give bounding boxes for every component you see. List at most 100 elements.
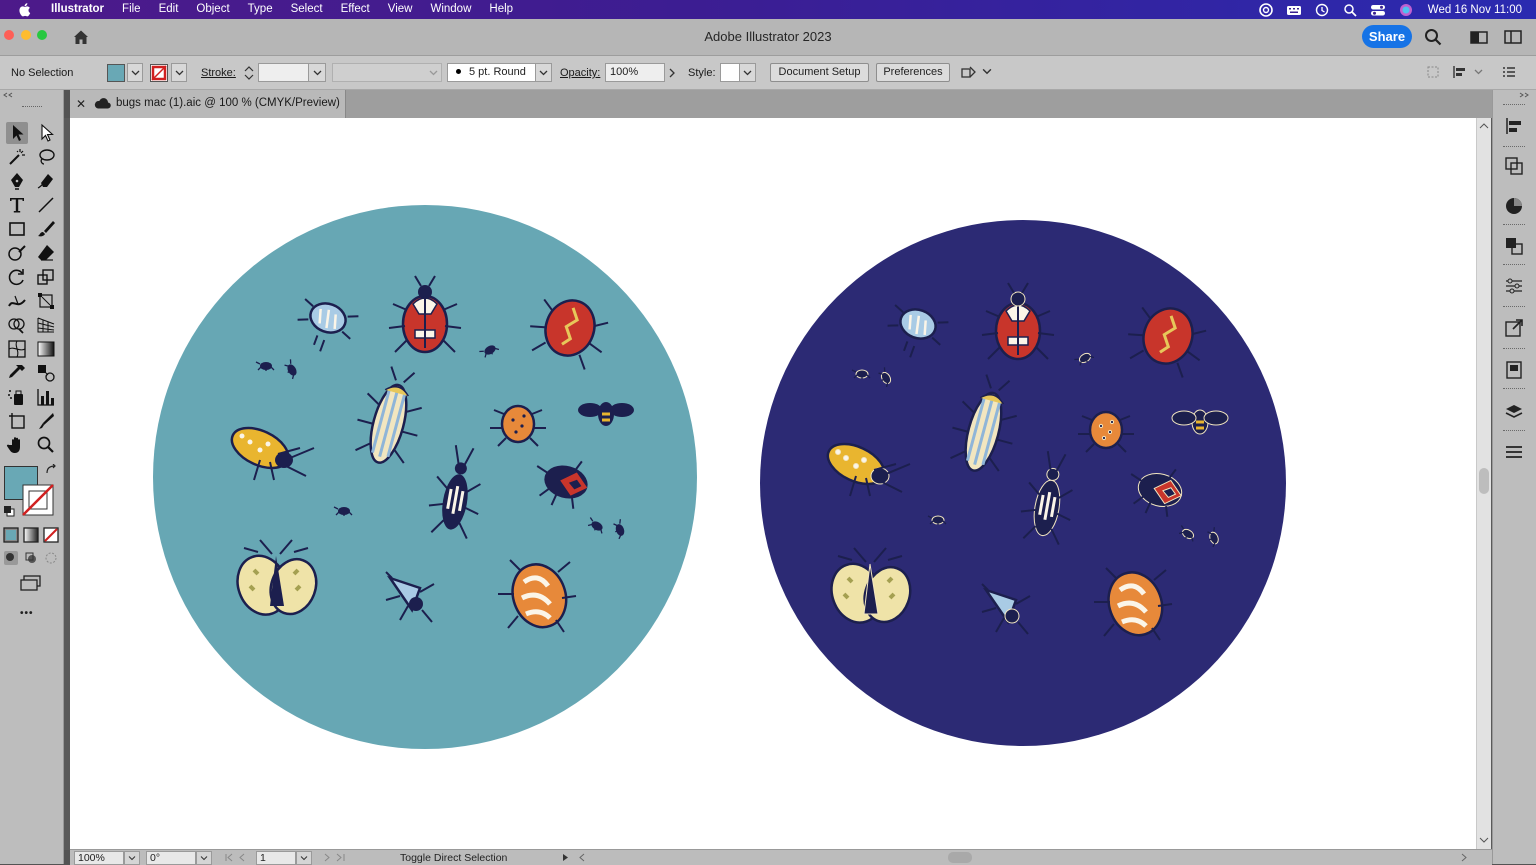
apple-icon[interactable] bbox=[15, 2, 33, 17]
gradient-mode-icon[interactable] bbox=[23, 527, 39, 543]
rotation-field[interactable]: 0° bbox=[146, 851, 196, 865]
arrange-documents-icon[interactable] bbox=[1470, 28, 1488, 46]
zoom-level-field[interactable]: 100% bbox=[74, 851, 124, 865]
panel-grip[interactable] bbox=[1503, 388, 1525, 391]
menu-effect[interactable]: Effect bbox=[332, 0, 379, 19]
siri-icon[interactable] bbox=[1398, 3, 1414, 17]
draw-normal-icon[interactable] bbox=[3, 550, 19, 566]
horizontal-scroll-thumb[interactable] bbox=[948, 852, 972, 863]
direct-selection-tool[interactable] bbox=[35, 122, 57, 144]
menu-app-name[interactable]: Illustrator bbox=[42, 0, 113, 19]
free-transform-tool[interactable] bbox=[35, 290, 57, 312]
layers-panel-icon[interactable] bbox=[1504, 402, 1524, 422]
document-tab[interactable]: ✕ bugs mac (1).aic @ 100 % (CMYK/Preview… bbox=[70, 90, 346, 118]
mesh-tool[interactable] bbox=[6, 338, 28, 360]
spotlight-search-icon[interactable] bbox=[1342, 3, 1358, 17]
properties-sliders-icon[interactable] bbox=[1504, 276, 1524, 296]
transform-panel-icon[interactable] bbox=[1504, 156, 1524, 176]
menu-file[interactable]: File bbox=[113, 0, 150, 19]
gradient-tool[interactable] bbox=[35, 338, 57, 360]
draw-behind-icon[interactable] bbox=[23, 550, 39, 566]
control-center-icon[interactable] bbox=[1370, 3, 1386, 17]
rotation-dropdown[interactable] bbox=[196, 851, 212, 865]
brush-dropdown[interactable] bbox=[535, 63, 552, 82]
scroll-left-icon[interactable] bbox=[578, 853, 586, 862]
symbol-sprayer-tool[interactable] bbox=[6, 386, 28, 408]
blend-tool[interactable] bbox=[35, 362, 57, 384]
search-icon[interactable] bbox=[1424, 28, 1442, 46]
graphic-style-swatch[interactable] bbox=[720, 63, 740, 82]
magic-wand-tool[interactable] bbox=[6, 146, 28, 168]
menu-window[interactable]: Window bbox=[421, 0, 480, 19]
width-tool[interactable] bbox=[6, 290, 28, 312]
artboard[interactable] bbox=[70, 118, 1477, 849]
curvature-tool[interactable] bbox=[35, 170, 57, 192]
selection-tool[interactable] bbox=[6, 122, 28, 144]
creative-cloud-icon[interactable] bbox=[1258, 2, 1274, 17]
next-last-artboard-icon[interactable] bbox=[320, 853, 352, 862]
zoom-dropdown[interactable] bbox=[124, 851, 140, 865]
stroke-weight-dropdown[interactable] bbox=[308, 63, 326, 82]
pen-tool[interactable] bbox=[6, 170, 28, 192]
brush-definition-field[interactable]: 5 pt. Round bbox=[447, 63, 536, 82]
column-graph-tool[interactable] bbox=[35, 386, 57, 408]
fill-swatch[interactable] bbox=[107, 64, 125, 82]
close-tab-button[interactable]: ✕ bbox=[76, 97, 86, 111]
eyedropper-tool[interactable] bbox=[6, 362, 28, 384]
pathfinder-panel-icon[interactable] bbox=[1504, 236, 1524, 256]
scroll-right-icon[interactable] bbox=[1460, 853, 1468, 862]
chevron-down-icon[interactable] bbox=[1474, 67, 1483, 76]
panel-grip[interactable] bbox=[1503, 146, 1525, 149]
shaper-tool[interactable] bbox=[6, 242, 28, 264]
document-setup-button[interactable]: Document Setup bbox=[770, 63, 869, 82]
screen-mode-icon[interactable] bbox=[19, 574, 43, 592]
menu-object[interactable]: Object bbox=[187, 0, 238, 19]
export-panel-icon[interactable] bbox=[1504, 318, 1524, 338]
perspective-grid-tool[interactable] bbox=[35, 314, 57, 336]
edit-toolbar-button[interactable]: ••• bbox=[20, 608, 34, 619]
draw-inside-icon[interactable] bbox=[43, 550, 59, 566]
none-mode-icon[interactable] bbox=[43, 527, 59, 543]
workspace-switcher-icon[interactable] bbox=[1504, 28, 1522, 46]
preferences-button[interactable]: Preferences bbox=[876, 63, 950, 82]
type-tool[interactable] bbox=[6, 194, 28, 216]
panel-grip[interactable] bbox=[1503, 224, 1525, 227]
panel-grip[interactable] bbox=[1503, 430, 1525, 433]
panel-grip[interactable] bbox=[1503, 306, 1525, 309]
hand-tool[interactable] bbox=[6, 434, 28, 456]
stroke-label[interactable]: Stroke: bbox=[201, 67, 236, 79]
scale-tool[interactable] bbox=[35, 266, 57, 288]
stroke-dropdown[interactable] bbox=[171, 63, 187, 82]
align-panel-icon[interactable] bbox=[1504, 116, 1524, 136]
zoom-tool[interactable] bbox=[35, 434, 57, 456]
panel-grip[interactable] bbox=[1503, 104, 1525, 107]
rotate-tool[interactable] bbox=[6, 266, 28, 288]
variable-width-profile-dropdown[interactable] bbox=[332, 63, 442, 82]
eraser-tool[interactable] bbox=[35, 242, 57, 264]
chevron-down-icon[interactable] bbox=[982, 66, 992, 76]
status-menu-arrow-icon[interactable] bbox=[562, 853, 570, 862]
opacity-field[interactable]: 100% bbox=[605, 63, 665, 82]
collapse-panel-icon[interactable] bbox=[3, 92, 13, 98]
artboard-dropdown[interactable] bbox=[296, 851, 312, 865]
menu-view[interactable]: View bbox=[379, 0, 422, 19]
expand-panels-icon[interactable] bbox=[1519, 92, 1529, 98]
vertical-scrollbar[interactable] bbox=[1476, 118, 1491, 850]
slice-tool[interactable] bbox=[35, 410, 57, 432]
graphic-style-dropdown[interactable] bbox=[739, 63, 756, 82]
scroll-down-icon[interactable] bbox=[1479, 836, 1489, 844]
arrange-icon[interactable] bbox=[960, 64, 978, 82]
menu-lines-icon[interactable] bbox=[1504, 442, 1524, 462]
scroll-up-icon[interactable] bbox=[1479, 122, 1489, 130]
lasso-tool[interactable] bbox=[35, 146, 57, 168]
stroke-weight-stepper[interactable] bbox=[242, 63, 256, 83]
artboard-tool[interactable] bbox=[6, 410, 28, 432]
stroke-swatch[interactable] bbox=[150, 64, 168, 82]
libraries-panel-icon[interactable] bbox=[1504, 360, 1524, 380]
panel-menu-icon[interactable] bbox=[1502, 65, 1516, 79]
share-button[interactable]: Share bbox=[1362, 25, 1412, 48]
chevron-right-icon[interactable] bbox=[667, 67, 677, 79]
menu-select[interactable]: Select bbox=[282, 0, 332, 19]
panel-grip[interactable] bbox=[1503, 348, 1525, 351]
menu-help[interactable]: Help bbox=[480, 0, 522, 19]
